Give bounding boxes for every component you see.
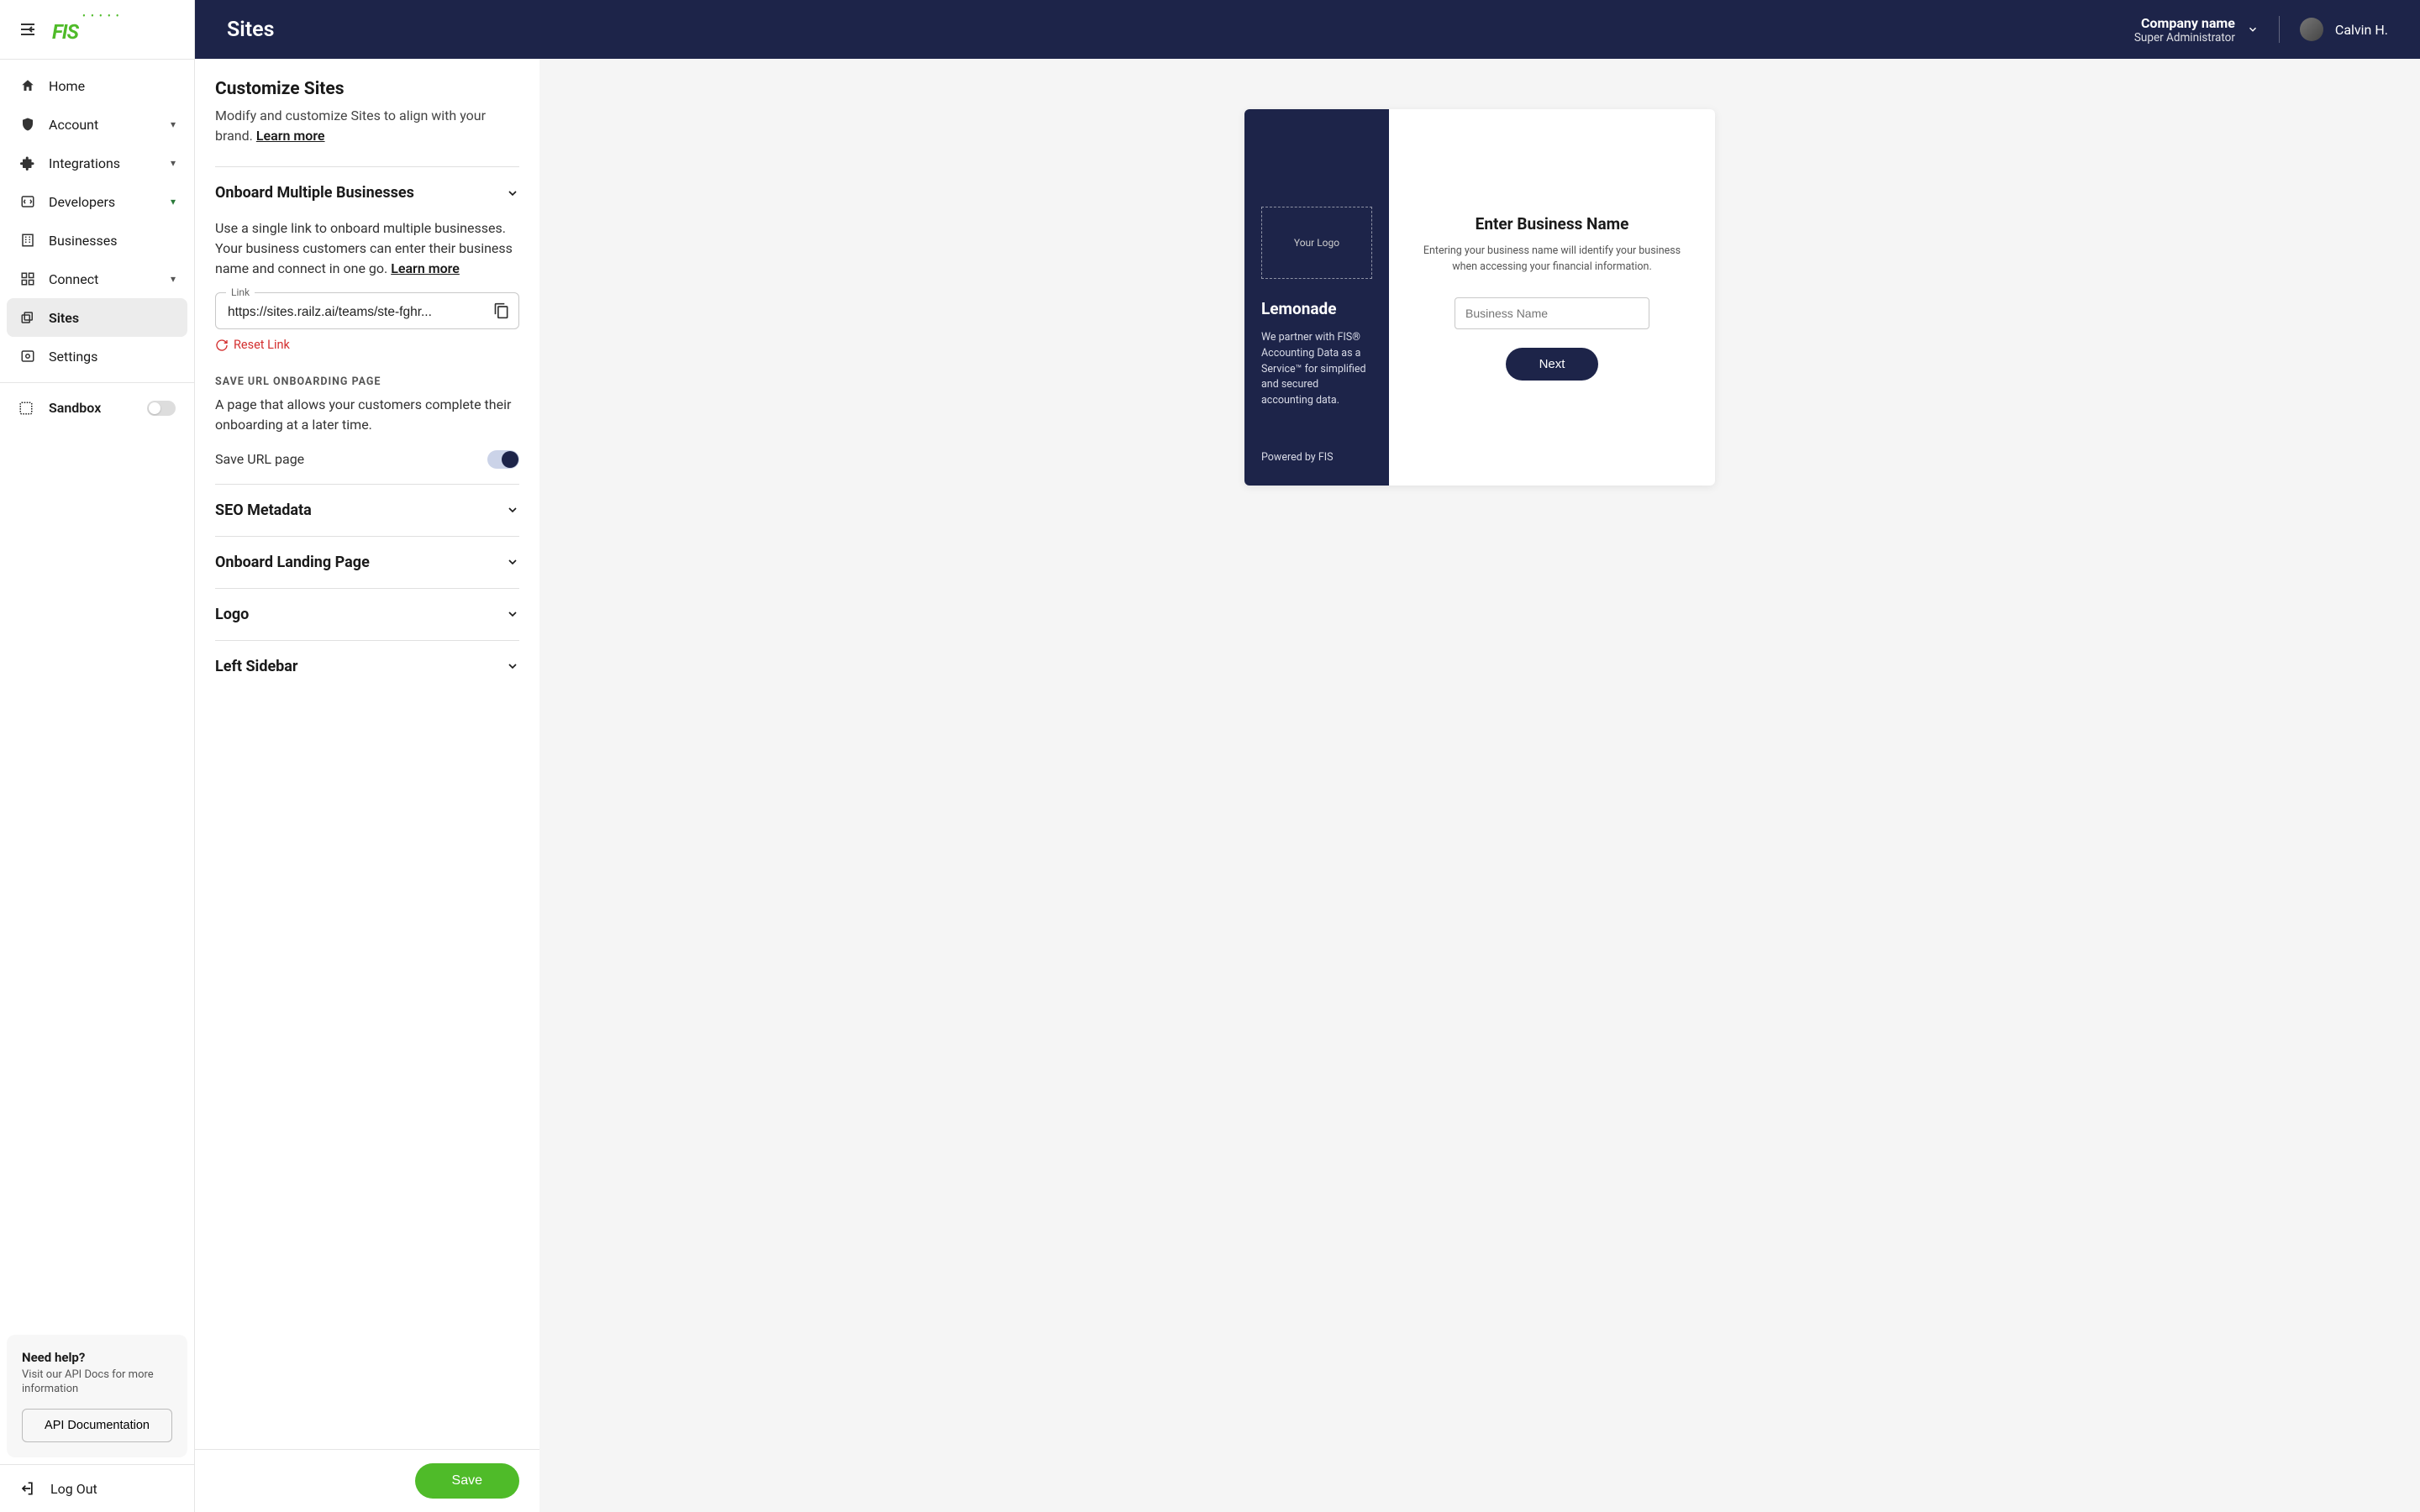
save-bar: Save <box>195 1449 539 1512</box>
sidebar-item-account[interactable]: Account ▾ <box>7 105 187 144</box>
company-selector[interactable]: Company name Super Administrator <box>2134 15 2235 45</box>
save-button[interactable]: Save <box>415 1463 519 1499</box>
link-field: Link <box>215 292 519 329</box>
section-seo[interactable]: SEO Metadata <box>215 484 519 536</box>
sidebar-item-label: Account <box>49 117 98 133</box>
fis-logo: • • • • •FIS <box>52 15 120 44</box>
layers-icon <box>18 308 37 327</box>
sandbox-icon <box>18 401 37 416</box>
save-url-toggle[interactable] <box>487 450 519 469</box>
sidebar-item-integrations[interactable]: Integrations ▾ <box>7 144 187 182</box>
menu-collapse-icon[interactable] <box>20 24 35 35</box>
sidebar-item-label: Developers <box>49 194 115 210</box>
logout-icon <box>18 1480 35 1497</box>
help-text: Visit our API Docs for more information <box>22 1368 172 1397</box>
save-url-desc: A page that allows your customers comple… <box>215 395 519 435</box>
powered-by: Powered by FIS <box>1261 451 1372 464</box>
settings-panel: Customize Sites Modify and customize Sit… <box>195 59 539 1512</box>
preview-brand-desc: We partner with FIS® Accounting Data as … <box>1261 330 1372 409</box>
learn-more-link[interactable]: Learn more <box>256 128 325 144</box>
grid-icon <box>18 270 37 288</box>
chevron-down-icon[interactable] <box>2247 24 2259 35</box>
sidebar-item-connect[interactable]: Connect ▾ <box>7 260 187 298</box>
link-input[interactable] <box>228 305 481 320</box>
chevron-down-icon <box>506 555 519 569</box>
chevron-down-icon <box>506 186 519 200</box>
shield-icon <box>18 115 37 134</box>
copy-icon[interactable] <box>493 302 510 319</box>
section-landing[interactable]: Onboard Landing Page <box>215 536 519 588</box>
api-docs-button[interactable]: API Documentation <box>22 1409 172 1442</box>
preview-area: Your Logo Lemonade We partner with FIS® … <box>539 59 2420 1512</box>
learn-more-link[interactable]: Learn more <box>391 260 460 276</box>
sidebar-item-developers[interactable]: Developers ▾ <box>7 182 187 221</box>
sidebar-item-label: Integrations <box>49 155 120 171</box>
chevron-down-icon <box>506 503 519 517</box>
customize-desc: Modify and customize Sites to align with… <box>215 106 519 146</box>
help-title: Need help? <box>22 1350 172 1365</box>
sandbox-label: Sandbox <box>49 400 101 416</box>
code-icon <box>18 192 37 211</box>
preview-title: Enter Business Name <box>1476 214 1629 234</box>
preview-brand: Lemonade <box>1261 299 1372 318</box>
next-button[interactable]: Next <box>1506 348 1599 381</box>
settings-icon <box>18 347 37 365</box>
sidebar-item-label: Connect <box>49 271 98 287</box>
sidebar-item-settings[interactable]: Settings <box>7 337 187 375</box>
user-name: Calvin H. <box>2335 22 2388 38</box>
section-left-sidebar[interactable]: Left Sidebar <box>215 640 519 692</box>
preview-card: Your Logo Lemonade We partner with FIS® … <box>1244 109 1715 486</box>
sidebar-item-label: Sites <box>49 310 79 326</box>
sidebar-item-sites[interactable]: Sites <box>7 298 187 337</box>
page-title: Sites <box>227 18 274 42</box>
building-icon <box>18 231 37 249</box>
section-logo[interactable]: Logo <box>215 588 519 640</box>
sidebar-item-businesses[interactable]: Businesses <box>7 221 187 260</box>
header: Sites Company name Super Administrator C… <box>195 0 2420 59</box>
sidebar-item-label: Home <box>49 78 85 94</box>
preview-sidebar: Your Logo Lemonade We partner with FIS® … <box>1244 109 1389 486</box>
logo-placeholder: Your Logo <box>1261 207 1372 279</box>
chevron-down-icon: ▾ <box>171 196 176 207</box>
logout-label: Log Out <box>50 1481 97 1497</box>
company-name: Company name <box>2134 15 2235 31</box>
sidebar-item-label: Businesses <box>49 233 118 249</box>
reset-link-button[interactable]: Reset Link <box>215 338 290 352</box>
onboard-desc: Use a single link to onboard multiple bu… <box>215 218 519 279</box>
chevron-down-icon <box>506 607 519 621</box>
user-role: Super Administrator <box>2134 31 2235 45</box>
link-label: Link <box>226 286 255 298</box>
logout-button[interactable]: Log Out <box>0 1464 194 1512</box>
sidebar: • • • • •FIS Home Account ▾ Integrations… <box>0 0 195 1512</box>
sandbox-row: Sandbox <box>7 390 187 426</box>
nav: Home Account ▾ Integrations ▾ Developers… <box>0 60 194 1335</box>
puzzle-icon <box>18 154 37 172</box>
sandbox-toggle[interactable] <box>147 401 176 416</box>
preview-desc: Entering your business name will identif… <box>1419 244 1685 276</box>
home-icon <box>18 76 37 95</box>
sidebar-item-label: Settings <box>49 349 97 365</box>
chevron-down-icon: ▾ <box>171 273 176 285</box>
section-onboard-multiple[interactable]: Onboard Multiple Businesses <box>215 167 519 218</box>
preview-main: Enter Business Name Entering your busine… <box>1389 109 1715 486</box>
save-url-subhead: SAVE URL ONBOARDING PAGE <box>215 375 519 388</box>
sidebar-item-home[interactable]: Home <box>7 66 187 105</box>
customize-title: Customize Sites <box>215 79 519 99</box>
chevron-down-icon: ▾ <box>171 157 176 169</box>
chevron-down-icon: ▾ <box>171 118 176 130</box>
save-url-toggle-row: Save URL page <box>215 450 519 469</box>
chevron-down-icon <box>506 659 519 673</box>
business-name-input[interactable] <box>1455 297 1649 329</box>
avatar[interactable] <box>2300 18 2323 41</box>
help-card: Need help? Visit our API Docs for more i… <box>7 1335 187 1457</box>
